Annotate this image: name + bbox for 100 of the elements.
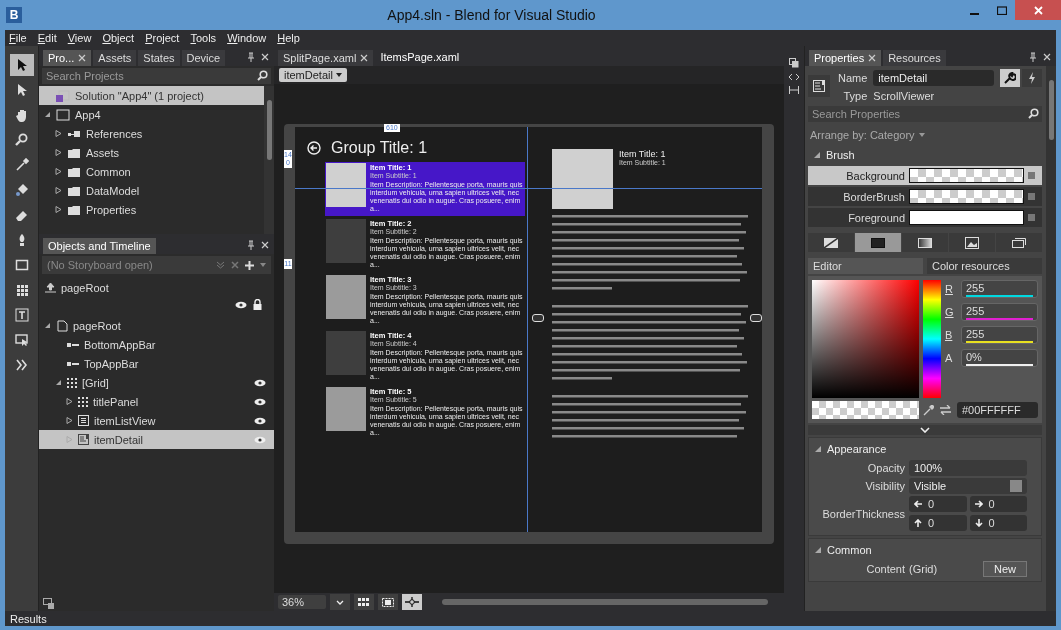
tree-item[interactable]: TopAppBar — [39, 354, 274, 373]
panel-tab[interactable]: Pro... — [43, 50, 92, 66]
hand-icon — [14, 108, 29, 122]
search-field[interactable]: Search Properties — [808, 106, 1042, 122]
section-title[interactable]: Brush — [826, 149, 855, 161]
double-chevron-icon — [216, 261, 225, 269]
thickness-field[interactable]: 0 — [969, 515, 1027, 531]
panel-tab[interactable]: Assets — [93, 50, 137, 66]
property-marker-icon[interactable] — [1028, 172, 1035, 179]
menu-item[interactable]: Edit — [37, 32, 57, 44]
tree-item[interactable]: Common — [39, 162, 264, 181]
image-placeholder — [326, 387, 366, 431]
brush-type-button[interactable] — [808, 233, 854, 252]
property-label: Visibility — [864, 480, 905, 492]
tree-item[interactable]: Assets — [39, 143, 264, 162]
thickness-field[interactable]: 0 — [909, 496, 967, 512]
image-placeholder — [552, 149, 613, 209]
tree-item[interactable]: titlePanel — [39, 392, 274, 411]
thickness-field[interactable]: 0 — [909, 515, 967, 531]
scrollbar[interactable] — [442, 599, 768, 605]
references-icon — [67, 128, 81, 139]
menu-item[interactable]: View — [67, 32, 92, 44]
dropdown-arrow-icon — [335, 73, 342, 77]
property-marker-icon[interactable] — [1028, 214, 1035, 221]
pin-icon — [247, 52, 255, 62]
tree-item[interactable]: BottomAppBar — [39, 335, 274, 354]
events-button[interactable] — [1022, 69, 1042, 87]
channel-field[interactable]: 255 — [961, 280, 1038, 298]
results-tab[interactable]: Results — [5, 612, 52, 625]
name-field[interactable]: itemDetail — [873, 70, 994, 86]
collapsed-arrow-icon — [54, 206, 62, 213]
close-button[interactable] — [1015, 0, 1061, 20]
channel-field[interactable]: 0% — [961, 349, 1038, 367]
tree-item[interactable]: App4 — [39, 105, 264, 124]
scrollbar[interactable] — [1046, 66, 1056, 611]
breadcrumb-button[interactable]: itemDetail — [279, 68, 347, 82]
opacity-field[interactable]: 100% — [909, 460, 1027, 476]
tree-item[interactable]: Solution "App4" (1 project) — [39, 86, 264, 105]
brush-type-button[interactable] — [855, 233, 901, 252]
property-row[interactable]: BorderBrush — [808, 187, 1042, 206]
tree-item[interactable]: itemListView — [39, 411, 274, 430]
color-spectrum[interactable] — [812, 280, 919, 398]
scrollbar[interactable] — [264, 86, 274, 234]
zoom-field[interactable]: 36% — [278, 595, 326, 609]
zoom-dropdown[interactable] — [330, 594, 350, 610]
brush-type-button[interactable] — [902, 233, 948, 252]
eyedropper-icon — [14, 158, 29, 172]
panel-tab[interactable]: Properties — [809, 50, 882, 66]
resize-handle[interactable] — [532, 314, 544, 322]
editor-tab[interactable]: Editor — [808, 258, 923, 274]
arrow-icon — [974, 500, 983, 508]
search-field[interactable]: Search Projects — [42, 68, 271, 84]
view-toggle[interactable] — [402, 594, 422, 610]
view-toggle[interactable] — [378, 594, 398, 610]
tool-button[interactable] — [9, 54, 34, 76]
tree-item[interactable]: References — [39, 124, 264, 143]
section-title[interactable]: Common — [827, 544, 872, 556]
resize-handle[interactable] — [750, 314, 762, 322]
panel-tab[interactable]: Device — [181, 50, 226, 66]
panel-tab[interactable]: States — [138, 50, 180, 66]
channel-field[interactable]: 255 — [961, 303, 1038, 321]
visibility-dropdown[interactable]: Visible — [909, 478, 1027, 494]
color-swatch[interactable] — [909, 189, 1024, 204]
channel-label: B — [945, 329, 953, 341]
menu-item[interactable]: Tools — [190, 32, 217, 44]
document-tab[interactable]: SplitPage.xaml — [278, 50, 374, 66]
panel-tab[interactable]: Resources — [883, 50, 946, 66]
list-icon — [78, 415, 89, 426]
tree-item[interactable]: pageRoot — [39, 316, 274, 335]
property-row[interactable]: Background — [808, 166, 1042, 185]
scope-label[interactable]: pageRoot — [61, 282, 109, 294]
eraser-icon — [14, 208, 29, 222]
property-row[interactable]: Foreground — [808, 208, 1042, 227]
menu-item[interactable]: Help — [277, 32, 300, 44]
new-button[interactable]: New — [983, 561, 1027, 577]
color-swatch[interactable] — [909, 210, 1024, 225]
arrow-icon — [974, 519, 983, 527]
thickness-field[interactable]: 0 — [969, 496, 1027, 512]
section-title[interactable]: Appearance — [827, 443, 887, 455]
menu-item[interactable]: Project — [145, 32, 180, 44]
editor-tab[interactable]: Color resources — [927, 258, 1042, 274]
tree-item[interactable]: itemDetail — [39, 430, 274, 449]
brush-type-button[interactable] — [996, 233, 1042, 252]
brush-type-button[interactable] — [949, 233, 995, 252]
dropdown-arrow-icon — [260, 263, 266, 267]
property-marker-icon[interactable] — [1028, 193, 1035, 200]
tree-item[interactable]: [Grid] — [39, 373, 274, 392]
tree-item[interactable]: DataModel — [39, 181, 264, 200]
channel-field[interactable]: 255 — [961, 326, 1038, 344]
expanded-arrow-icon — [54, 379, 62, 386]
expanded-arrow-icon — [43, 322, 51, 329]
properties-button[interactable] — [1000, 69, 1020, 87]
menu-item[interactable]: Window — [227, 32, 267, 44]
menu-item[interactable]: File — [9, 32, 27, 44]
arrange-dropdown[interactable]: Arrange by: Category — [810, 129, 915, 141]
menu-item[interactable]: Object — [102, 32, 135, 44]
color-swatch[interactable] — [909, 168, 1024, 183]
tree-item[interactable]: Properties — [39, 200, 264, 219]
view-toggle[interactable] — [354, 594, 374, 610]
hex-field[interactable]: #00FFFFFF — [957, 402, 1038, 418]
